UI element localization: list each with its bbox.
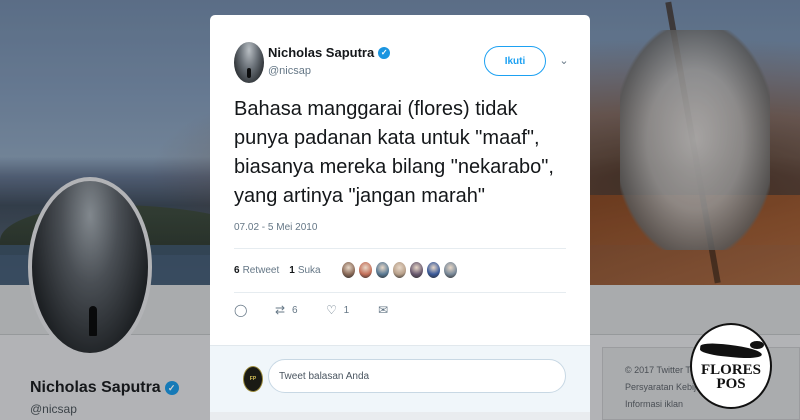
current-user-avatar: FP bbox=[243, 366, 263, 392]
chevron-down-icon[interactable]: ⌄ bbox=[557, 53, 571, 67]
retweet-label: Retweet bbox=[242, 264, 280, 276]
tweet-author-name-text: Nicholas Saputra bbox=[268, 45, 375, 60]
reply-icon: ◯ bbox=[234, 303, 248, 317]
liker-avatar[interactable] bbox=[340, 261, 356, 279]
like-label: Suka bbox=[297, 264, 321, 276]
heart-icon: ♡ bbox=[326, 303, 337, 317]
like-action[interactable]: ♡ 1 bbox=[326, 303, 350, 317]
reply-composer: FP Tweet balasan Anda bbox=[210, 345, 590, 420]
retweet-action-count: 6 bbox=[292, 304, 298, 316]
envelope-icon: ✉ bbox=[378, 303, 389, 317]
next-tweet-edge bbox=[210, 412, 590, 420]
tweet-author-name[interactable]: Nicholas Saputra ✓ bbox=[268, 45, 391, 60]
liker-avatar[interactable] bbox=[442, 261, 458, 279]
island-map-icon bbox=[750, 341, 764, 349]
liker-avatar[interactable] bbox=[425, 261, 441, 279]
follow-button[interactable]: Ikuti bbox=[484, 46, 546, 76]
logo-line-1: FLORES bbox=[700, 362, 761, 378]
avatar-figure bbox=[247, 68, 251, 78]
reply-placeholder: Tweet balasan Anda bbox=[279, 370, 370, 382]
direct-message-action[interactable]: ✉ bbox=[377, 303, 389, 317]
tweet-modal: Nicholas Saputra ✓ @nicsap Ikuti ⌄ Bahas… bbox=[210, 15, 590, 420]
reply-action[interactable]: ◯ bbox=[234, 303, 248, 317]
tweet-author-handle[interactable]: @nicsap bbox=[268, 65, 311, 77]
tweet-header: Nicholas Saputra ✓ @nicsap Ikuti ⌄ bbox=[234, 42, 574, 92]
liker-avatar[interactable] bbox=[408, 261, 424, 279]
retweet-stat[interactable]: 6 Retweet bbox=[234, 265, 279, 276]
flores-pos-logo: FLORES POS bbox=[690, 323, 772, 409]
tweet-author-avatar[interactable] bbox=[234, 42, 264, 83]
logo-line-2: POS bbox=[716, 376, 746, 392]
like-action-count: 1 bbox=[343, 304, 350, 316]
retweet-count: 6 bbox=[234, 264, 240, 276]
tweet-actions: ◯ ⇄ 6 ♡ 1 ✉ bbox=[234, 299, 566, 321]
liker-avatar[interactable] bbox=[357, 261, 373, 279]
reply-input[interactable]: Tweet balasan Anda bbox=[268, 359, 566, 393]
tweet-timestamp[interactable]: 07.02 - 5 Mei 2010 bbox=[234, 222, 317, 233]
divider bbox=[234, 248, 566, 249]
liker-avatars bbox=[340, 261, 458, 279]
retweet-action[interactable]: ⇄ 6 bbox=[274, 303, 298, 317]
liker-avatar[interactable] bbox=[374, 261, 390, 279]
like-count: 1 bbox=[289, 264, 295, 276]
tweet-text: Bahasa manggarai (flores) tidak punya pa… bbox=[234, 98, 554, 207]
retweet-icon: ⇄ bbox=[274, 303, 286, 317]
tweet-stats: 6 Retweet 1 Suka bbox=[234, 256, 566, 284]
like-stat[interactable]: 1 Suka bbox=[289, 265, 320, 276]
liker-avatar[interactable] bbox=[391, 261, 407, 279]
divider bbox=[234, 292, 566, 293]
logo-wordmark: FLORES POS bbox=[692, 362, 770, 392]
verified-badge-icon: ✓ bbox=[378, 46, 391, 59]
